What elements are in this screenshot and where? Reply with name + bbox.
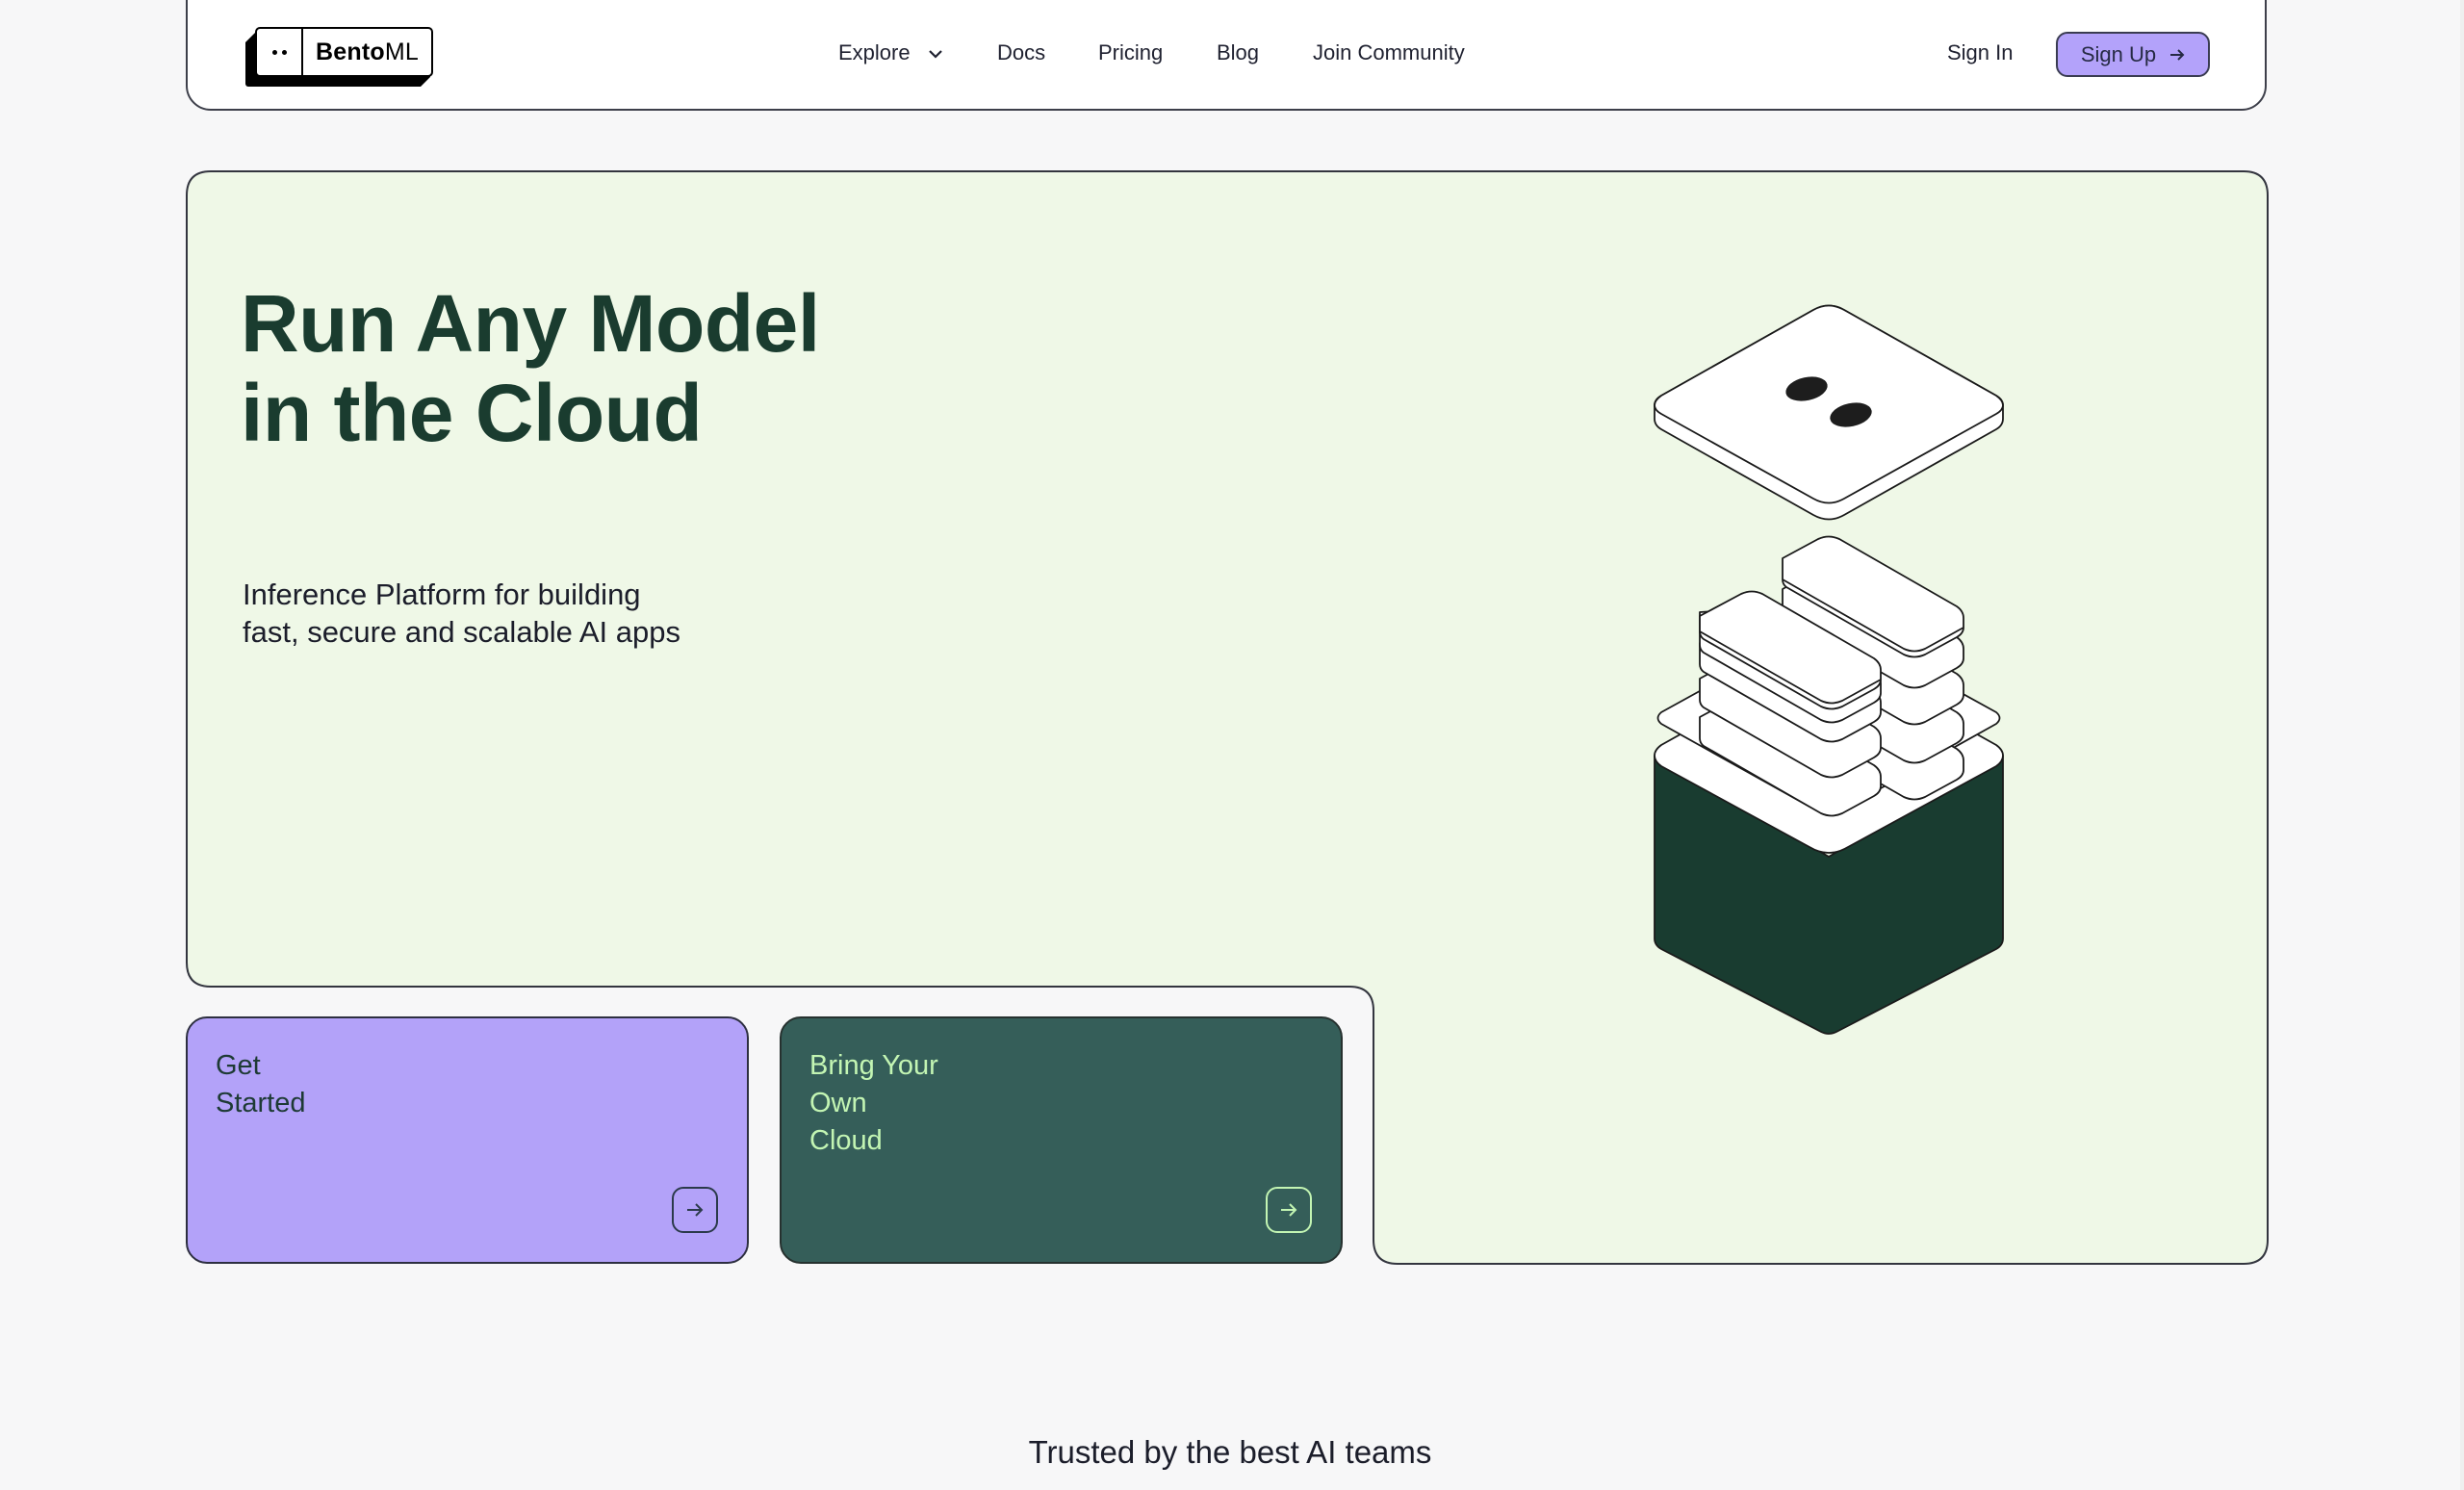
bento-box-illustration: [1654, 304, 2004, 1035]
hero-subtitle-line2: fast, secure and scalable AI apps: [243, 615, 680, 649]
card-line: Started: [216, 1088, 306, 1118]
byoc-text: Bring Your Own Cloud: [809, 1047, 938, 1160]
card-line: Cloud: [809, 1125, 883, 1156]
hero-title: Run Any Model in the Cloud: [241, 279, 820, 458]
hero-subtitle-line1: Inference Platform for building: [243, 578, 641, 611]
hero-title-line2: in the Cloud: [241, 368, 703, 458]
hero-title-line1: Run Any Model: [241, 278, 820, 369]
arrow-right-icon: [687, 1203, 704, 1217]
card-line: Bring Your: [809, 1050, 938, 1081]
arrow-right-icon: [1281, 1203, 1297, 1217]
bento-lid: [1654, 304, 2004, 521]
hero-subtitle: Inference Platform for building fast, se…: [243, 576, 782, 651]
hero-panel: [186, 170, 2269, 1265]
get-started-text: Get Started: [216, 1047, 306, 1122]
get-started-arrow-button[interactable]: [672, 1187, 718, 1233]
get-started-card[interactable]: Get Started: [186, 1016, 749, 1264]
trusted-heading: Trusted by the best AI teams: [1028, 1434, 1432, 1470]
card-line: Get: [216, 1050, 261, 1081]
byoc-arrow-button[interactable]: [1266, 1187, 1312, 1233]
scrollbar-track[interactable]: [2460, 0, 2464, 1490]
card-line: Own: [809, 1088, 867, 1118]
bring-your-own-cloud-card[interactable]: Bring Your Own Cloud: [780, 1016, 1343, 1264]
